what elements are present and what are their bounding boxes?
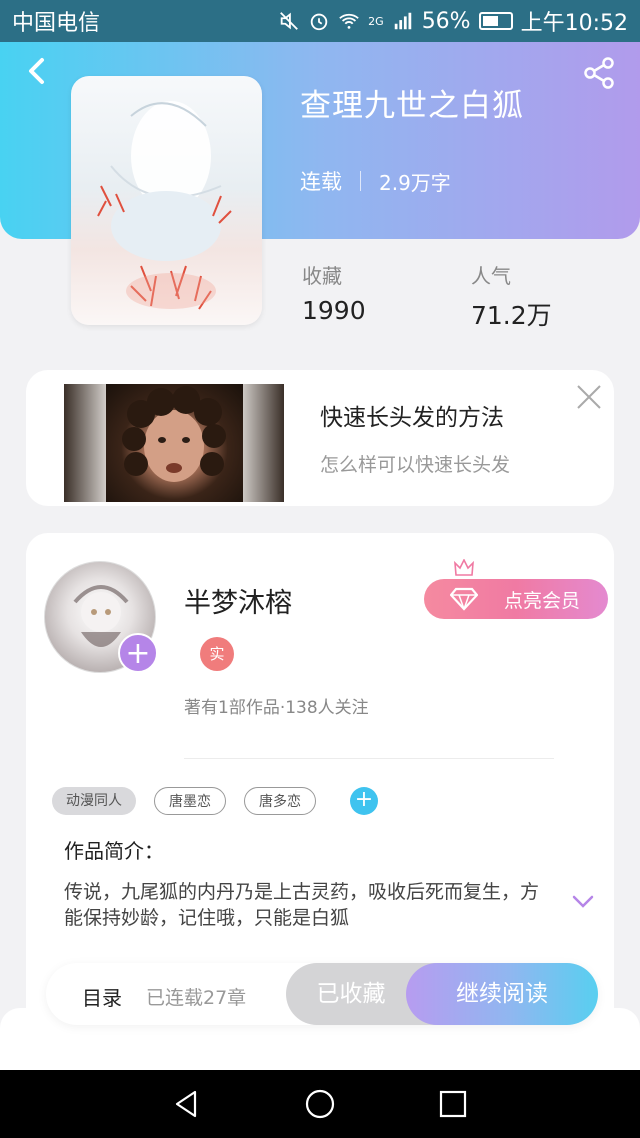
ad-image [64,384,284,502]
add-tag-button[interactable]: + [350,787,378,815]
ad-title: 快速长头发的方法 [320,405,504,431]
alarm-icon [310,13,328,31]
chapter-count: 已连载27章 [146,987,247,1009]
author-stats: 著有1部作品·138人关注 [184,698,369,718]
status-bar: 中国电信 2G 56% 上午10:52 [0,0,640,42]
tag-item[interactable]: 动漫同人 [52,787,136,815]
popularity-value: 71.2万 [471,301,552,330]
author-name: 半梦沐榕 [184,588,292,619]
book-meta: 连载 2.9万字 [300,166,451,196]
book-cover[interactable] [71,76,262,325]
mute-icon [280,12,299,30]
divider [184,758,554,759]
carrier-label: 中国电信 [12,11,101,36]
intro-text: 传说，九尾狐的内丹乃是上古灵药，吸收后死而复生，方能保持妙龄，记住哦，只能是白狐 [64,881,540,929]
vip-button-label: 点亮会员 [503,589,580,612]
vip-button[interactable]: 点亮会员 [424,579,608,619]
ad-photo-frame [106,384,243,502]
navigation-bar [0,1070,640,1138]
favorites-label: 收藏 [302,264,342,288]
tag-item[interactable]: 唐墨恋 [154,787,226,815]
intro-title: 作品简介： [64,839,164,863]
tag-list: 动漫同人 唐墨恋 唐多恋 + [52,787,378,815]
meta-divider [360,171,361,191]
toc-button[interactable]: 目录 [82,982,122,1011]
network-label: 2G [368,14,384,28]
favorites-value: 1990 [302,296,366,325]
word-count: 2.9万字 [379,170,451,195]
ad-card[interactable]: 快速长头发的方法 怎么样可以快速长头发 [26,370,614,506]
back-triangle-icon[interactable] [171,1088,203,1120]
continue-reading-button[interactable]: 继续阅读 [406,963,598,1025]
share-icon[interactable] [582,56,616,90]
close-icon[interactable] [576,384,602,410]
serial-status: 连载 [300,170,342,194]
wifi-icon [339,13,359,29]
home-circle-icon[interactable] [304,1088,336,1120]
follow-plus-button[interactable]: + [118,633,158,673]
ad-subtitle: 怎么样可以快速长头发 [320,454,511,476]
chevron-down-icon[interactable] [572,895,594,909]
cover-illustration [97,101,232,310]
recents-square-icon[interactable] [437,1088,469,1120]
verified-badge: 实 [200,637,234,671]
book-title: 查理九世之白狐 [300,88,524,124]
popularity-label: 人气 [471,264,511,288]
battery-icon [478,12,513,30]
back-icon[interactable] [22,56,52,86]
tag-item[interactable]: 唐多恋 [244,787,316,815]
clock: 上午10:52 [520,11,628,36]
crown-icon [454,559,474,576]
signal-icon [394,12,411,30]
battery-percent: 56% [421,8,471,34]
diamond-icon [450,587,478,611]
ad-photo [122,386,226,482]
